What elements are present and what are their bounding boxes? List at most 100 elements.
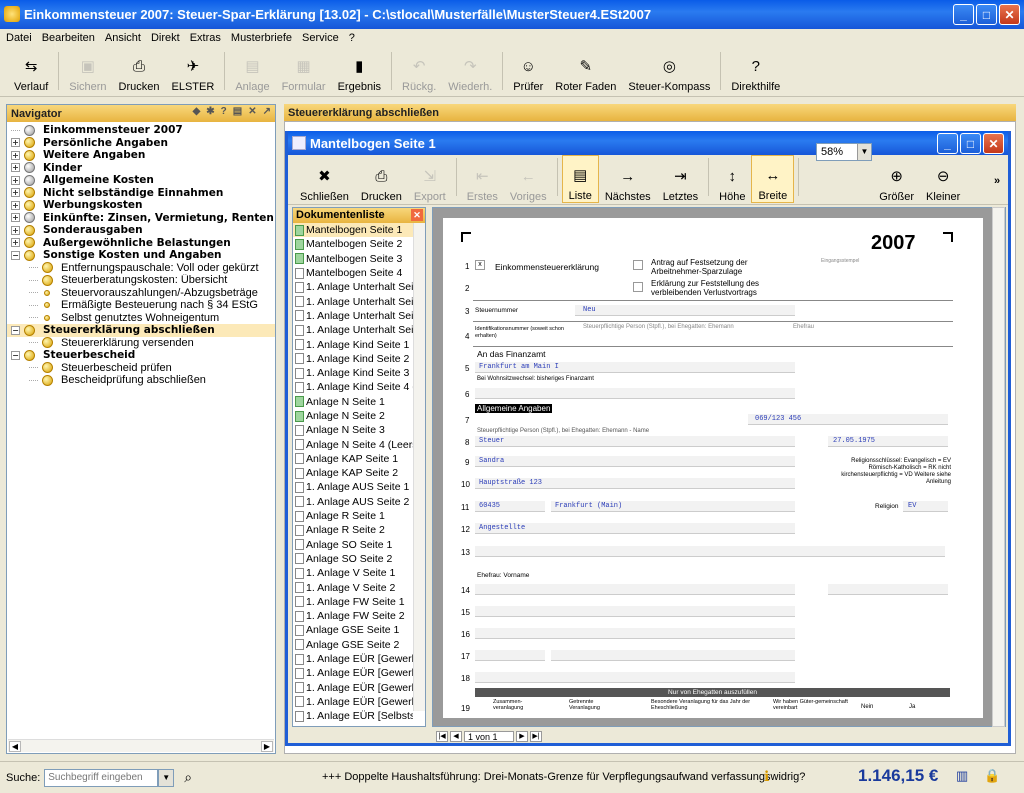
- first-page-icon[interactable]: |◀: [436, 730, 448, 742]
- navigator-item[interactable]: Steuerberatungskosten: Übersicht: [7, 274, 275, 287]
- document-list-scrollbar[interactable]: [413, 223, 425, 711]
- steuernummer-field[interactable]: [575, 305, 795, 316]
- expand-icon[interactable]: +: [11, 225, 20, 235]
- lock-icon[interactable]: 🔒: [984, 768, 1000, 784]
- document-list-item[interactable]: Anlage N Seite 3: [293, 423, 413, 437]
- document-list-item[interactable]: 1. Anlage Kind Seite 1: [293, 337, 413, 351]
- doc-close-button[interactable]: ✕: [983, 133, 1004, 154]
- checkbox-sparzulage[interactable]: [633, 260, 643, 270]
- maximize-button[interactable]: □: [976, 4, 997, 25]
- ehefrau-ort-field[interactable]: [551, 650, 795, 661]
- doc-minimize-button[interactable]: _: [937, 133, 958, 154]
- expand-icon[interactable]: +: [11, 163, 20, 173]
- expand-icon[interactable]: +: [11, 238, 20, 248]
- nav-list-icon[interactable]: ▤: [233, 106, 242, 117]
- document-list-item[interactable]: 1. Anlage AUS Seite 1: [293, 480, 413, 494]
- zoom-select[interactable]: 58% ▼: [816, 143, 872, 161]
- doc-maximize-button[interactable]: □: [960, 133, 981, 154]
- document-list-item[interactable]: 1. Anlage AUS Seite 2: [293, 495, 413, 509]
- ehefrau-geburtsdatum-field[interactable]: [828, 584, 948, 595]
- document-list-item[interactable]: 1. Anlage EÜR [Selbstständig]: [293, 709, 413, 723]
- document-list-item[interactable]: 1. Anlage EÜR [Gewerbe]: [293, 666, 413, 680]
- menu-item[interactable]: Ansicht: [105, 32, 141, 44]
- toolbar-button-voriges[interactable]: ← Voriges: [504, 155, 553, 204]
- binoculars-icon[interactable]: ⌕: [184, 769, 192, 786]
- expand-icon[interactable]: +: [11, 138, 20, 148]
- document-list-item[interactable]: Anlage N Seite 2: [293, 409, 413, 423]
- document-list-item[interactable]: Anlage GSE Seite 2: [293, 638, 413, 652]
- chart-icon[interactable]: ▥: [956, 768, 968, 784]
- nav-help-icon[interactable]: ?: [221, 106, 227, 117]
- menu-item[interactable]: Extras: [190, 32, 221, 44]
- expand-icon[interactable]: −: [11, 250, 20, 260]
- navigator-item[interactable]: + Außergewöhnliche Belastungen: [7, 237, 275, 250]
- document-list-item[interactable]: 1. Anlage Unterhalt Seite 3: [293, 309, 413, 323]
- vorname-field[interactable]: [475, 456, 795, 467]
- expand-icon[interactable]: +: [11, 175, 20, 185]
- menu-item[interactable]: Datei: [6, 32, 32, 44]
- toolbar-overflow-button[interactable]: »: [994, 175, 1000, 187]
- checkbox-verlust[interactable]: [633, 282, 643, 292]
- navigator-item[interactable]: Steuervorauszahlungen/-Abzugsbeträge: [7, 287, 275, 300]
- navigator-item[interactable]: Steuererklärung versenden: [7, 337, 275, 350]
- menu-item[interactable]: Bearbeiten: [42, 32, 95, 44]
- info-icon[interactable]: ℹ: [764, 768, 769, 785]
- search-dropdown-icon[interactable]: ▼: [158, 768, 175, 787]
- document-list-item[interactable]: Anlage SO Seite 1: [293, 538, 413, 552]
- toolbar-button-letztes[interactable]: ⇥ Letztes: [657, 155, 704, 203]
- toolbar-button-export[interactable]: ⇲ Export: [408, 155, 452, 203]
- toolbar-button-anlage[interactable]: ▤ Anlage: [229, 49, 275, 93]
- nav-pin-icon[interactable]: ↗: [263, 106, 271, 117]
- document-list-item[interactable]: 1. Anlage Kind Seite 3: [293, 366, 413, 380]
- menu-item[interactable]: Musterbriefe: [231, 32, 292, 44]
- nav-star-icon[interactable]: ✱: [206, 106, 214, 117]
- toolbar-button-breite[interactable]: ↔ Breite: [751, 155, 795, 203]
- document-list-item[interactable]: 1. Anlage EÜR [Gewerbe]: [293, 695, 413, 709]
- document-list-item[interactable]: Anlage KAP Seite 1: [293, 452, 413, 466]
- ehefrau-beruf-field[interactable]: [475, 672, 795, 683]
- navigator-item[interactable]: Steuerbescheid prüfen: [7, 362, 275, 375]
- document-list-item[interactable]: Mantelbogen Seite 3: [293, 252, 413, 266]
- scroll-left-arrow-icon[interactable]: ◀: [9, 741, 21, 752]
- toolbar-button-wiederh-[interactable]: ↷ Wiederh.: [442, 49, 498, 93]
- navigator-item[interactable]: + Sonderausgaben: [7, 224, 275, 237]
- document-list-item[interactable]: Anlage GSE Seite 1: [293, 623, 413, 637]
- toolbar-button-roter-faden[interactable]: ✎ Roter Faden: [549, 49, 622, 93]
- navigator-item[interactable]: + Kinder: [7, 162, 275, 175]
- scroll-right-arrow-icon[interactable]: ▶: [261, 741, 273, 752]
- document-list-item[interactable]: 1. Anlage Unterhalt Seite 4: [293, 323, 413, 337]
- document-list-item[interactable]: 1. Anlage Kind Seite 2: [293, 352, 413, 366]
- document-list-item[interactable]: Anlage N Seite 4 (Leerseite): [293, 437, 413, 451]
- ehefrau-name-field[interactable]: [475, 606, 795, 617]
- document-scrollbar[interactable]: [992, 207, 1005, 727]
- toolbar-button-steuer-kompass[interactable]: ◎ Steuer-Kompass: [622, 49, 716, 93]
- document-list-item[interactable]: 1. Anlage V Seite 1: [293, 566, 413, 580]
- news-ticker[interactable]: +++ Doppelte Haushaltsführung: Drei-Mona…: [322, 771, 805, 783]
- expand-icon[interactable]: +: [11, 150, 20, 160]
- toolbar-button-rückg-[interactable]: ↶ Rückg.: [396, 49, 442, 93]
- document-list-item[interactable]: Anlage KAP Seite 2: [293, 466, 413, 480]
- nav-close-icon[interactable]: ✕: [248, 106, 256, 117]
- menu-item[interactable]: ?: [349, 32, 355, 44]
- document-list-item[interactable]: 1. Anlage FW Seite 2: [293, 609, 413, 623]
- verheiratet-field[interactable]: [475, 546, 945, 557]
- bisheriges-finanzamt-field[interactable]: [475, 388, 795, 399]
- toolbar-button-elster[interactable]: ✈ ELSTER: [166, 49, 221, 93]
- navigator-item[interactable]: + Persönliche Angaben: [7, 137, 275, 150]
- document-list-item[interactable]: Mantelbogen Seite 4: [293, 266, 413, 280]
- document-list-item[interactable]: Anlage SO Seite 2: [293, 552, 413, 566]
- navigator-item[interactable]: + Weitere Angaben: [7, 149, 275, 162]
- expand-icon[interactable]: +: [11, 188, 20, 198]
- toolbar-button-ergebnis[interactable]: ▮ Ergebnis: [332, 49, 387, 93]
- document-list-item[interactable]: 1. Anlage Unterhalt Seite 2: [293, 294, 413, 308]
- document-list-item[interactable]: 1. Anlage EÜR [Gewerbe]: [293, 681, 413, 695]
- document-list-item[interactable]: 1. Anlage Unterhalt Seite 1: [293, 280, 413, 294]
- navigator-item[interactable]: Entfernungspauschale: Voll oder gekürzt: [7, 262, 275, 275]
- next-page-icon[interactable]: ▶: [516, 730, 528, 742]
- toolbar-button-kleiner[interactable]: ⊖ Kleiner: [920, 155, 966, 203]
- ehefrau-strasse-field[interactable]: [475, 628, 795, 639]
- expand-icon[interactable]: +: [11, 200, 20, 210]
- toolbar-button-erstes[interactable]: ⇤ Erstes: [461, 155, 504, 203]
- navigator-item[interactable]: + Allgemeine Kosten: [7, 174, 275, 187]
- expand-icon[interactable]: −: [11, 350, 20, 360]
